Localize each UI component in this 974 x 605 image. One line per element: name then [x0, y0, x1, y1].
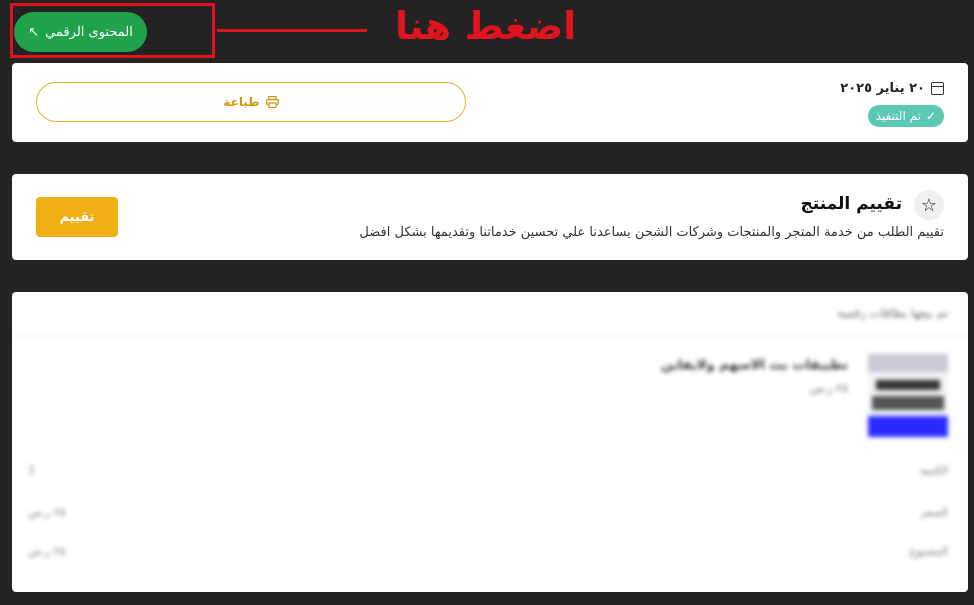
calendar-icon	[931, 82, 944, 95]
product-image	[868, 354, 948, 437]
quantity-value: 1	[28, 464, 35, 477]
divider	[12, 336, 968, 337]
annotation-arrow-line	[217, 29, 367, 32]
total-label: المجموع	[909, 545, 948, 558]
printer-icon	[265, 95, 279, 109]
quantity-label: الكمية	[919, 464, 948, 477]
rate-button[interactable]: تقييم	[36, 197, 118, 237]
status-badge: ✓ تم التنفيذ	[867, 105, 944, 127]
total-value: ٢٥ ر.س	[28, 545, 66, 558]
price-label: السعر	[920, 506, 948, 519]
product-rating-card: تقييم ☆ تقييم المنتج تقييم الطلب من خدمة…	[12, 174, 968, 260]
details-header: تم بيعها بطاقات رقمية	[837, 306, 948, 320]
product-name: تطبيقات بث الاسهم ولايفاين	[661, 358, 848, 373]
status-text: تم التنفيذ	[875, 109, 921, 123]
star-icon: ☆	[914, 190, 944, 220]
order-date-text: ٢٠ يناير ٢٠٢٥	[840, 81, 925, 96]
rating-title: تقييم المنتج	[800, 194, 903, 214]
print-label: طباعة	[223, 95, 260, 109]
annotation-text: اضغط هنا	[395, 4, 577, 48]
order-date: ٢٠ يناير ٢٠٢٥	[840, 81, 944, 96]
product-price: ٢٥ ر.س	[810, 382, 848, 395]
print-button[interactable]: طباعة	[36, 82, 466, 122]
order-info-card: طباعة ٢٠ يناير ٢٠٢٥ ✓ تم التنفيذ	[12, 63, 968, 142]
price-value: ٢٥ ر.س	[28, 506, 66, 519]
order-details-card: تم بيعها بطاقات رقمية تطبيقات بث الاسهم …	[12, 292, 968, 592]
rating-description: تقييم الطلب من خدمة المتجر والمنتجات وشر…	[359, 225, 944, 240]
check-icon: ✓	[925, 109, 936, 123]
annotation-highlight-box	[10, 3, 215, 58]
